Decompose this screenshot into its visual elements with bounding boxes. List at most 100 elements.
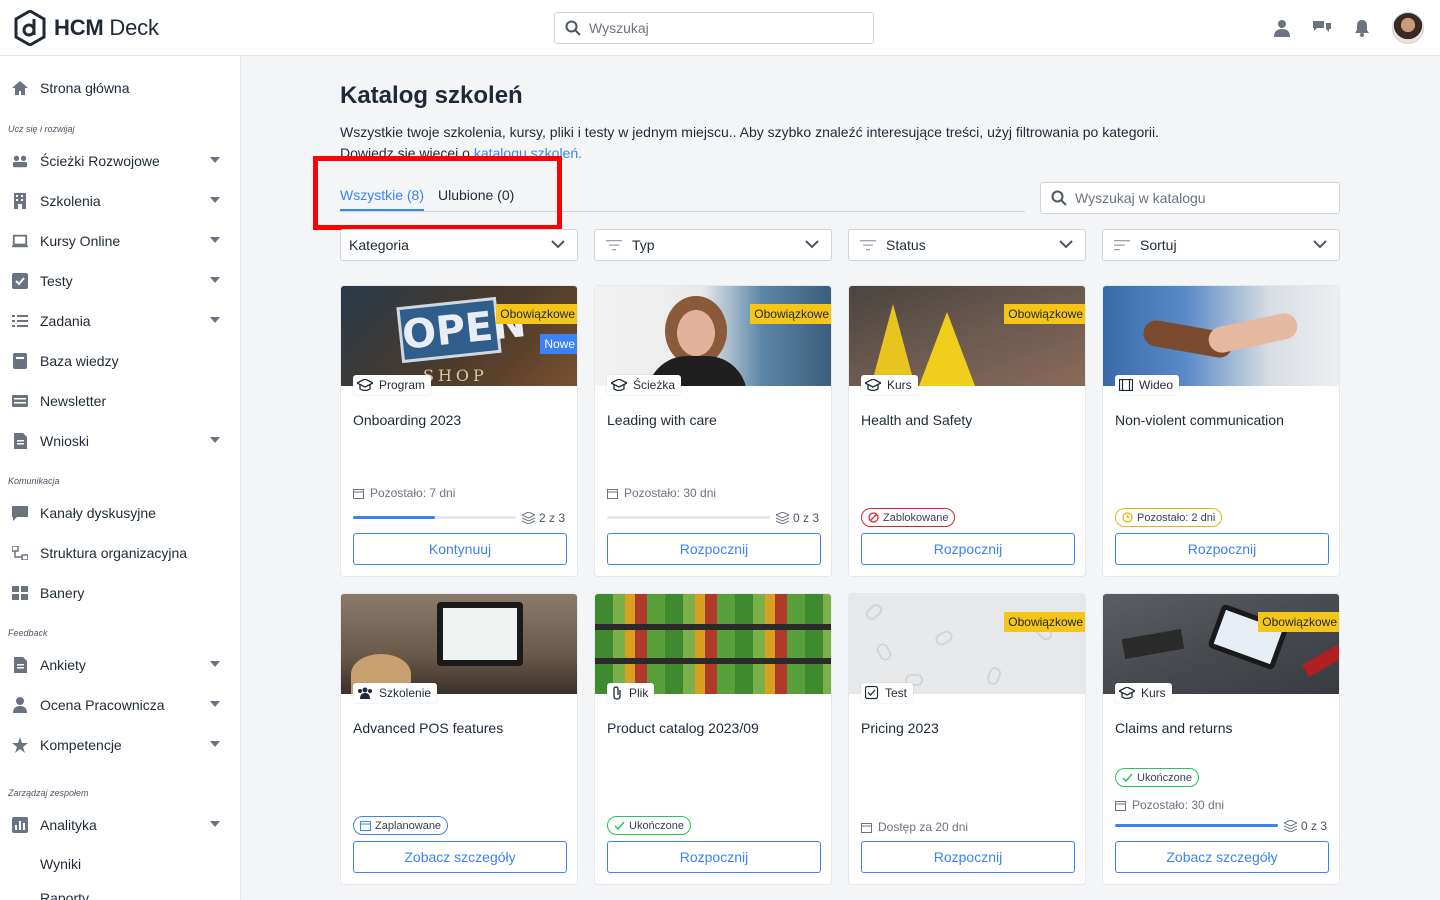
user-avatar[interactable] <box>1392 12 1424 44</box>
filter-status[interactable]: Status <box>848 229 1086 261</box>
start-button[interactable]: Rozpocznij <box>861 533 1075 565</box>
graduation-cap-icon <box>865 379 881 391</box>
pos-screen-image <box>443 608 517 660</box>
sidebar-item-label: Ścieżki Rozwojowe <box>40 153 160 169</box>
type-chip: Kurs <box>1115 683 1172 703</box>
start-button[interactable]: Rozpocznij <box>607 533 821 565</box>
sidebar-item-knowledge[interactable]: Baza wiedzy <box>0 341 240 381</box>
chevron-down-icon <box>210 701 220 707</box>
sidebar-item-requests[interactable]: Wnioski <box>0 421 240 461</box>
sidebar-item-paths[interactable]: Ścieżki Rozwojowe <box>0 141 240 181</box>
progress-count: 2 z 3 <box>521 511 565 525</box>
card-deadline: Pozostało: 7 dni <box>353 486 455 500</box>
card-title: Pricing 2023 <box>861 720 939 736</box>
sidebar-subitem-reports[interactable]: Raporty <box>0 878 240 900</box>
sidebar-item-label: Kursy Online <box>40 233 121 249</box>
wallet-image <box>1121 628 1185 660</box>
status-badge: Ukończone <box>1115 768 1200 787</box>
notifications-bell-icon[interactable] <box>1352 18 1372 38</box>
chevron-down-icon <box>210 317 220 323</box>
sidebar-item-competences[interactable]: Kompetencje <box>0 725 240 765</box>
sidebar-item-surveys[interactable]: Ankiety <box>0 645 240 685</box>
card-thumbnail: Obowiązkowe <box>849 286 1085 386</box>
sidebar-item-home[interactable]: Strona główna <box>0 68 240 108</box>
graduation-cap-icon <box>357 379 373 391</box>
global-search-input[interactable] <box>589 20 849 36</box>
training-card[interactable]: OPEN SHOP Obowiązkowe Nowe Program Onboa… <box>340 285 578 577</box>
layers-icon <box>521 512 535 524</box>
profile-icon[interactable] <box>1272 18 1292 38</box>
sidebar-item-newsletter[interactable]: Newsletter <box>0 381 240 421</box>
sidebar-item-tests[interactable]: Testy <box>0 261 240 301</box>
shop-sign-image: SHOP <box>423 366 488 385</box>
continue-button[interactable]: Kontynuuj <box>353 533 567 565</box>
sidebar-item-label: Newsletter <box>40 393 107 409</box>
filter-sort[interactable]: Sortuj <box>1102 229 1340 261</box>
section-label-team: Zarządzaj zespołem <box>8 788 89 798</box>
type-chip: Kurs <box>861 375 918 395</box>
status-badge: Zaplanowane <box>353 816 449 835</box>
person-face-image <box>677 310 715 356</box>
card-title: Onboarding 2023 <box>353 412 462 428</box>
training-card[interactable]: Wideo Non-violent communication Pozostał… <box>1102 285 1340 577</box>
calendar-icon <box>353 488 364 499</box>
chevron-down-icon <box>805 240 819 249</box>
training-card[interactable]: Obowiązkowe Test Pricing 2023 Dostęp za … <box>848 593 1086 885</box>
sidebar-item-tasks[interactable]: Zadania <box>0 301 240 341</box>
sidebar-item-label: Strona główna <box>40 80 130 96</box>
user-review-icon <box>12 697 28 713</box>
sidebar-item-channels[interactable]: Kanały dyskusyjne <box>0 493 240 533</box>
layers-icon <box>775 512 789 524</box>
type-chip: Wideo <box>1115 375 1180 395</box>
chat-icon[interactable] <box>1312 18 1332 38</box>
training-card[interactable]: Plik Product catalog 2023/09 Ukończone R… <box>594 593 832 885</box>
filter-category[interactable]: Kategoria <box>340 229 578 261</box>
card-title: Claims and returns <box>1115 720 1233 736</box>
sidebar-item-org-structure[interactable]: Struktura organizacyjna <box>0 533 240 573</box>
sidebar-item-employee-review[interactable]: Ocena Pracownicza <box>0 685 240 725</box>
sidebar-item-label: Wyniki <box>40 856 82 872</box>
app-logo[interactable]: HCM Deck <box>14 10 159 46</box>
type-chip: Test <box>861 683 914 703</box>
survey-document-icon <box>12 657 28 673</box>
sidebar-item-banners[interactable]: Banery <box>0 573 240 613</box>
details-button[interactable]: Zobacz szczegóły <box>353 841 567 873</box>
chevron-down-icon <box>551 240 565 249</box>
catalog-search[interactable] <box>1040 182 1340 214</box>
calendar-icon <box>1115 800 1126 811</box>
status-badge: Pozostało: 2 dni <box>1115 508 1223 527</box>
progress-bar <box>353 516 516 519</box>
required-badge: Obowiązkowe <box>496 304 577 324</box>
training-card[interactable]: Obowiązkowe Kurs Health and Safety Zablo… <box>848 285 1086 577</box>
start-button[interactable]: Rozpocznij <box>1115 533 1329 565</box>
chevron-down-icon <box>1313 240 1327 249</box>
start-button[interactable]: Rozpocznij <box>861 841 1075 873</box>
card-thumbnail <box>595 594 831 694</box>
sidebar-item-trainings[interactable]: Szkolenia <box>0 181 240 221</box>
graduation-cap-icon <box>611 379 627 391</box>
status-badge: Zablokowane <box>861 508 956 527</box>
start-button[interactable]: Rozpocznij <box>607 841 821 873</box>
type-chip: Program <box>353 375 432 395</box>
card-thumbnail: Obowiązkowe <box>595 286 831 386</box>
required-badge: Obowiązkowe <box>750 304 831 324</box>
chevron-down-icon <box>1059 240 1073 249</box>
filter-lines-icon <box>606 240 622 251</box>
top-bar: HCM Deck <box>0 0 1440 56</box>
section-label-learn: Ucz się i rozwijaj <box>8 124 75 134</box>
status-badge: Ukończone <box>607 816 692 835</box>
catalog-search-input[interactable] <box>1075 190 1325 206</box>
required-badge: Obowiązkowe <box>1258 612 1339 632</box>
film-icon <box>1119 379 1133 391</box>
training-card[interactable]: Szkolenie Advanced POS features Zaplanow… <box>340 593 578 885</box>
global-search[interactable] <box>554 12 874 44</box>
sidebar-item-analytics[interactable]: Analityka <box>0 805 240 845</box>
section-label-communication: Komunikacja <box>8 476 60 486</box>
sidebar-item-online-courses[interactable]: Kursy Online <box>0 221 240 261</box>
progress-fill <box>1115 824 1278 827</box>
details-button[interactable]: Zobacz szczegóły <box>1115 841 1329 873</box>
filter-type[interactable]: Typ <box>594 229 832 261</box>
training-card[interactable]: Obowiązkowe Ścieżka Leading with care Po… <box>594 285 832 577</box>
training-card[interactable]: Obowiązkowe Kurs Claims and returns Ukoń… <box>1102 593 1340 885</box>
chevron-down-icon <box>210 197 220 203</box>
